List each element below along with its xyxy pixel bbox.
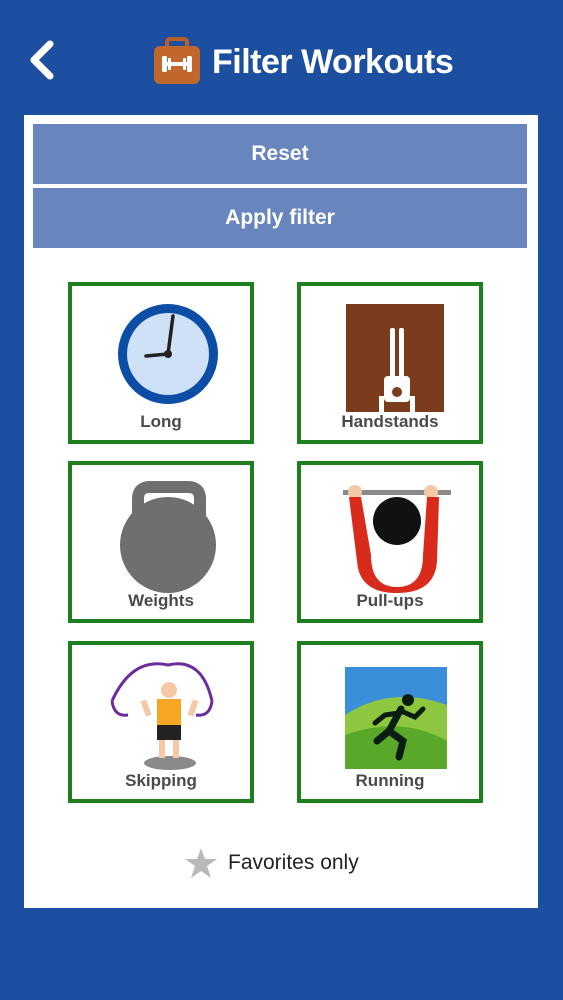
filter-tile-handstands[interactable]: Handstands <box>297 282 483 444</box>
favorites-only-toggle[interactable]: Favorites only <box>184 845 359 881</box>
filter-label: Skipping <box>125 771 197 790</box>
title-group: Filter Workouts <box>152 36 454 88</box>
filter-panel: Reset Apply filter Long Handstands Weigh… <box>24 115 538 908</box>
filter-label: Running <box>355 771 425 790</box>
dumbbell-briefcase-icon <box>154 37 200 84</box>
filter-label: Long <box>140 412 182 431</box>
kettlebell-icon <box>120 481 216 593</box>
pull-up-icon <box>343 485 451 593</box>
filter-tile-weights[interactable]: Weights <box>68 461 254 623</box>
filter-tile-pull-ups[interactable]: Pull-ups <box>297 461 483 623</box>
favorites-only-label: Favorites only <box>228 851 359 874</box>
clock-icon <box>118 304 218 404</box>
filter-tile-long[interactable]: Long <box>68 282 254 444</box>
runner-icon <box>345 667 447 769</box>
back-button[interactable] <box>24 38 64 82</box>
star-icon <box>185 848 217 878</box>
jump-rope-icon <box>110 662 214 770</box>
filter-label: Handstands <box>341 412 439 431</box>
page-title: Filter Workouts <box>212 42 454 81</box>
filter-label: Weights <box>128 591 194 610</box>
chevron-left-icon <box>30 40 54 80</box>
filter-tile-running[interactable]: Running <box>297 641 483 803</box>
header-bar: Filter Workouts <box>0 0 563 115</box>
apply-filter-button[interactable]: Apply filter <box>33 188 527 248</box>
reset-button[interactable]: Reset <box>33 124 527 184</box>
filter-tile-skipping[interactable]: Skipping <box>68 641 254 803</box>
handstand-icon <box>346 304 444 412</box>
filter-label: Pull-ups <box>356 591 424 610</box>
